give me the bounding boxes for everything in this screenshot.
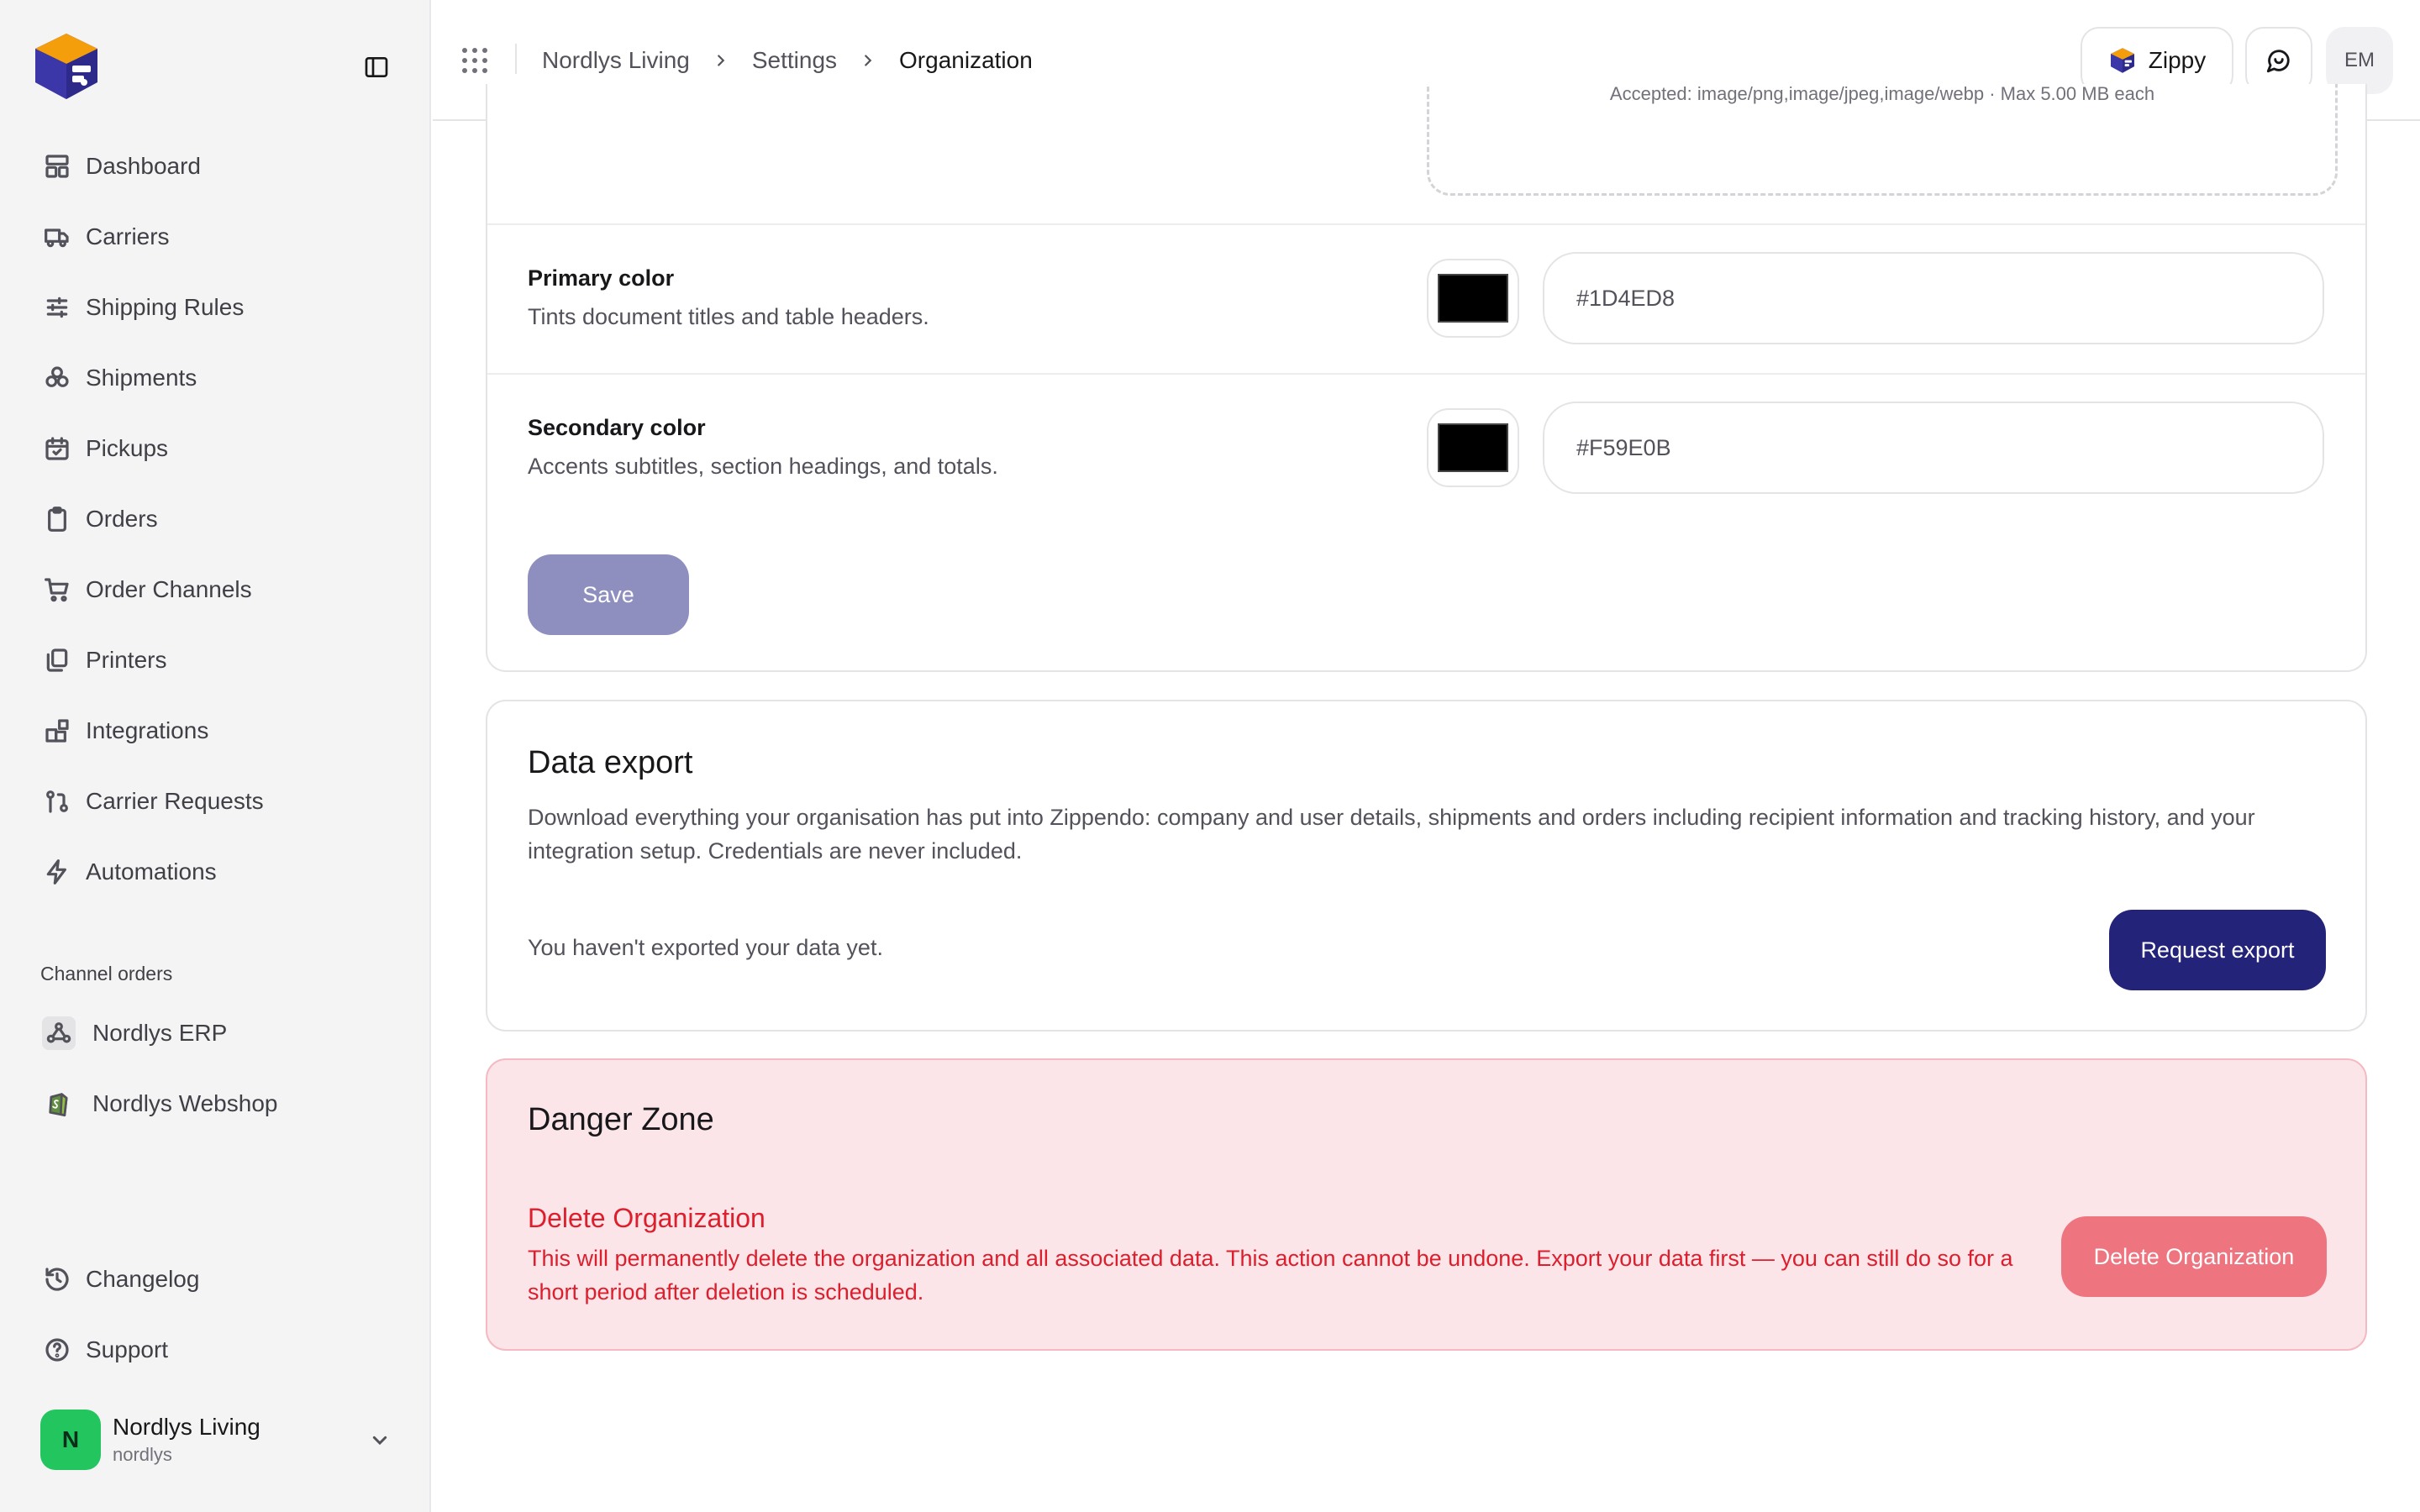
sidebar-item-order-channels[interactable]: Order Channels <box>25 554 408 625</box>
zippendo-logo[interactable] <box>29 29 104 104</box>
primary-color-swatch <box>1438 274 1508 323</box>
sidebar-item-dashboard[interactable]: Dashboard <box>25 131 408 202</box>
secondary-color-swatch <box>1438 423 1508 472</box>
dashboard-icon <box>42 151 72 181</box>
printer-icon <box>42 645 72 675</box>
breadcrumb-item[interactable]: Settings <box>752 47 837 74</box>
data-export-title: Data export <box>528 745 693 780</box>
sidebar-item-label: Automations <box>86 858 217 885</box>
sidebar-item-label: Carrier Requests <box>86 788 264 814</box>
boxes-icon <box>42 363 72 393</box>
sidebar-item-label: Shipments <box>86 365 197 391</box>
truck-icon <box>42 222 72 252</box>
organization-switcher[interactable]: N Nordlys Living nordlys <box>40 1408 393 1472</box>
sidebar-item-changelog[interactable]: Changelog <box>25 1244 408 1315</box>
secondary-color-input[interactable]: #F59E0B <box>1543 402 2324 494</box>
sidebar-item-label: Dashboard <box>86 153 201 179</box>
danger-zone-title: Danger Zone <box>528 1102 714 1137</box>
chevron-right-icon <box>859 51 877 70</box>
sidebar-item-automations[interactable]: Automations <box>25 837 408 907</box>
sidebar-item-label: Integrations <box>86 717 209 743</box>
sidebar-item-shipments[interactable]: Shipments <box>25 343 408 413</box>
git-pull-request-icon <box>42 786 72 816</box>
sidebar-item-carriers[interactable]: Carriers <box>25 202 408 272</box>
sidebar-item-label: Printers <box>86 647 167 673</box>
sidebar-item-pickups[interactable]: Pickups <box>25 413 408 484</box>
logo-dropzone[interactable]: Accepted: image/png,image/jpeg,image/web… <box>1427 84 2338 196</box>
delete-organization-description: This will permanently delete the organiz… <box>528 1246 2013 1305</box>
section-label-channel-orders: Channel orders <box>40 963 173 984</box>
sidebar-toggle-icon[interactable] <box>360 52 393 82</box>
shopify-icon <box>42 1087 76 1121</box>
topbar-divider <box>515 44 517 74</box>
sidebar-item-shipping-rules[interactable]: Shipping Rules <box>25 272 408 343</box>
message-circle-icon <box>2266 50 2290 73</box>
zippy-label: Zippy <box>2148 47 2207 73</box>
primary-color-description: Tints document titles and table headers. <box>528 304 929 329</box>
clipboard-icon <box>42 504 72 534</box>
secondary-color-picker[interactable] <box>1427 408 1519 487</box>
sidebar-item-label: Nordlys ERP <box>92 1020 228 1046</box>
delete-organization-button[interactable]: Delete Organization <box>2061 1216 2327 1297</box>
divider <box>487 373 2365 375</box>
primary-color-label: Primary color <box>528 265 675 291</box>
breadcrumb-item[interactable]: Nordlys Living <box>542 47 690 74</box>
main-nav: Dashboard Carriers Shipping Rules Shipme… <box>25 131 408 907</box>
breadcrumb-current: Organization <box>899 47 1033 73</box>
save-button[interactable]: Save <box>528 554 689 635</box>
sidebar-item-label: Carriers <box>86 223 170 249</box>
secondary-color-description: Accents subtitles, section headings, and… <box>528 454 998 479</box>
secondary-color-label: Secondary color <box>528 415 706 440</box>
sidebar-item-label: Nordlys Webshop <box>92 1090 278 1116</box>
sidebar-item-label: Order Channels <box>86 576 252 602</box>
sidebar-item-label: Pickups <box>86 435 169 461</box>
history-icon <box>42 1264 72 1294</box>
blocks-icon <box>42 716 72 746</box>
cart-icon <box>42 575 72 605</box>
delete-organization-heading: Delete Organization <box>528 1203 765 1233</box>
sliders-icon <box>42 292 72 323</box>
breadcrumb: Nordlys Living Settings Organization <box>542 44 1033 77</box>
chevron-right-icon <box>712 51 730 70</box>
sidebar-item-orders[interactable]: Orders <box>25 484 408 554</box>
sidebar-item-integrations[interactable]: Integrations <box>25 696 408 766</box>
org-slug: nordlys <box>113 1444 172 1465</box>
sidebar-item-label: Orders <box>86 506 158 532</box>
sidebar-item-carrier-requests[interactable]: Carrier Requests <box>25 766 408 837</box>
bottom-nav: Changelog Support <box>25 1244 408 1385</box>
org-name: Nordlys Living <box>113 1414 260 1440</box>
sidebar-item-support[interactable]: Support <box>25 1315 408 1385</box>
branding-card: Accepted: image/png,image/jpeg,image/web… <box>486 84 2367 672</box>
sidebar-item-label: Changelog <box>86 1266 200 1292</box>
chevron-down-icon <box>372 1436 387 1446</box>
export-status: You haven't exported your data yet. <box>528 935 883 960</box>
data-export-description: Download everything your organisation ha… <box>528 805 2255 864</box>
sidebar-item-nordlys-erp[interactable]: Nordlys ERP <box>25 998 408 1068</box>
sidebar-item-nordlys-webshop[interactable]: Nordlys Webshop <box>25 1068 408 1139</box>
webhook-icon <box>42 1016 76 1050</box>
danger-zone-card: Danger Zone Delete Organization This wil… <box>486 1058 2367 1351</box>
primary-color-input[interactable]: #1D4ED8 <box>1543 252 2324 344</box>
sidebar-item-label: Shipping Rules <box>86 294 245 320</box>
org-avatar: N <box>40 1410 101 1470</box>
primary-color-picker[interactable] <box>1427 259 1519 338</box>
calendar-check-icon <box>42 433 72 464</box>
channel-list: Nordlys ERP Nordlys Webshop <box>25 998 408 1139</box>
sidebar-item-printers[interactable]: Printers <box>25 625 408 696</box>
upload-hint: Accepted: image/png,image/jpeg,image/web… <box>1609 84 2155 104</box>
request-export-button[interactable]: Request export <box>2109 910 2326 990</box>
help-circle-icon <box>42 1335 72 1365</box>
zippendo-logo-icon <box>2110 48 2134 73</box>
sidebar: Dashboard Carriers Shipping Rules Shipme… <box>0 0 431 1512</box>
sidebar-item-label: Support <box>86 1336 169 1362</box>
divider <box>487 223 2365 225</box>
data-export-card: Data export Download everything your org… <box>486 700 2367 1032</box>
zap-icon <box>42 857 72 887</box>
apps-grid-icon[interactable] <box>460 45 490 76</box>
